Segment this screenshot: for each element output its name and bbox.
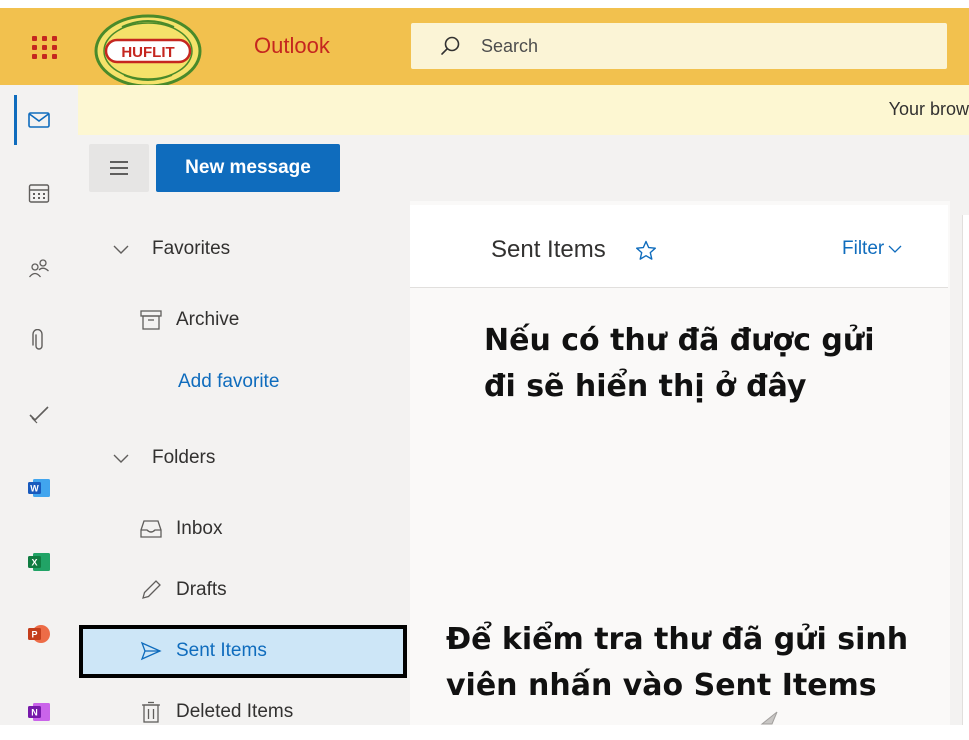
new-message-button[interactable]: New message <box>156 144 340 192</box>
annotation-line: đi sẽ hiển thị ở đây <box>484 369 807 404</box>
archive-icon <box>140 310 162 330</box>
filter-button[interactable]: Filter <box>842 238 902 260</box>
folders-section-toggle[interactable]: Folders <box>112 447 215 469</box>
filter-label: Filter <box>842 238 885 259</box>
star-icon[interactable] <box>634 239 658 263</box>
sent-items-label: Sent Items <box>176 640 267 661</box>
inbox-label: Inbox <box>176 518 223 539</box>
folder-item-drafts[interactable]: Drafts <box>140 579 227 601</box>
chevron-down-icon <box>113 245 129 254</box>
people-icon[interactable] <box>0 240 78 296</box>
chevron-down-icon <box>113 454 129 463</box>
chevron-down-icon <box>888 245 902 253</box>
favorites-label: Favorites <box>152 238 231 259</box>
trash-icon <box>142 701 160 723</box>
app-header: HUFLIT Outlook Search <box>0 8 969 88</box>
svg-text:P: P <box>31 630 37 640</box>
attachment-icon[interactable] <box>0 313 78 369</box>
reading-pane <box>962 215 969 725</box>
app-launcher-icon[interactable] <box>28 30 62 64</box>
huflit-logo[interactable]: HUFLIT <box>92 13 204 89</box>
annotation-instruction: Để kiểm tra thư đã gửi sinh viên nhấn và… <box>446 617 908 709</box>
deleted-items-label: Deleted Items <box>176 701 294 722</box>
mouse-cursor-icon <box>760 711 778 725</box>
send-icon <box>140 641 162 661</box>
search-input[interactable]: Search <box>481 36 538 57</box>
svg-text:N: N <box>31 708 38 718</box>
hamburger-menu-button[interactable] <box>89 144 149 192</box>
inbox-icon <box>140 520 162 538</box>
list-title: Sent Items <box>491 236 606 263</box>
drafts-label: Drafts <box>176 579 227 600</box>
pencil-icon <box>142 580 161 599</box>
folder-item-inbox[interactable]: Inbox <box>140 518 222 540</box>
search-icon <box>441 36 460 55</box>
add-favorite-link[interactable]: Add favorite <box>178 371 279 393</box>
browser-warning-banner: Your brow <box>78 85 969 135</box>
favorites-section-toggle[interactable]: Favorites <box>112 238 230 260</box>
calendar-icon[interactable] <box>0 165 78 221</box>
archive-label: Archive <box>176 309 240 330</box>
folder-item-archive[interactable]: Archive <box>140 309 239 331</box>
search-box[interactable]: Search <box>411 23 947 69</box>
top-strip <box>0 0 969 8</box>
powerpoint-icon[interactable]: P <box>0 606 78 662</box>
folder-item-deleted-items[interactable]: Deleted Items <box>140 701 293 723</box>
hamburger-icon <box>110 161 128 175</box>
onenote-icon[interactable]: N <box>0 684 78 740</box>
mail-icon[interactable] <box>0 92 78 148</box>
folders-label: Folders <box>152 447 216 468</box>
annotation-line: Nếu có thư đã được gửi <box>484 323 875 358</box>
banner-text: Your brow <box>888 99 969 119</box>
app-name[interactable]: Outlook <box>254 33 330 59</box>
folder-item-sent-items-content[interactable]: Sent Items <box>140 640 267 662</box>
logo-text: HUFLIT <box>121 44 174 61</box>
word-icon[interactable]: W <box>0 460 78 516</box>
svg-text:W: W <box>30 484 39 494</box>
annotation-line: Để kiểm tra thư đã gửi sinh <box>446 622 909 657</box>
svg-text:X: X <box>31 558 37 568</box>
excel-icon[interactable]: X <box>0 534 78 590</box>
annotation-empty-list: Nếu có thư đã được gửi đi sẽ hiển thị ở … <box>484 318 875 410</box>
todo-icon[interactable] <box>0 386 78 442</box>
annotation-line: viên nhấn vào Sent Items <box>446 668 877 703</box>
